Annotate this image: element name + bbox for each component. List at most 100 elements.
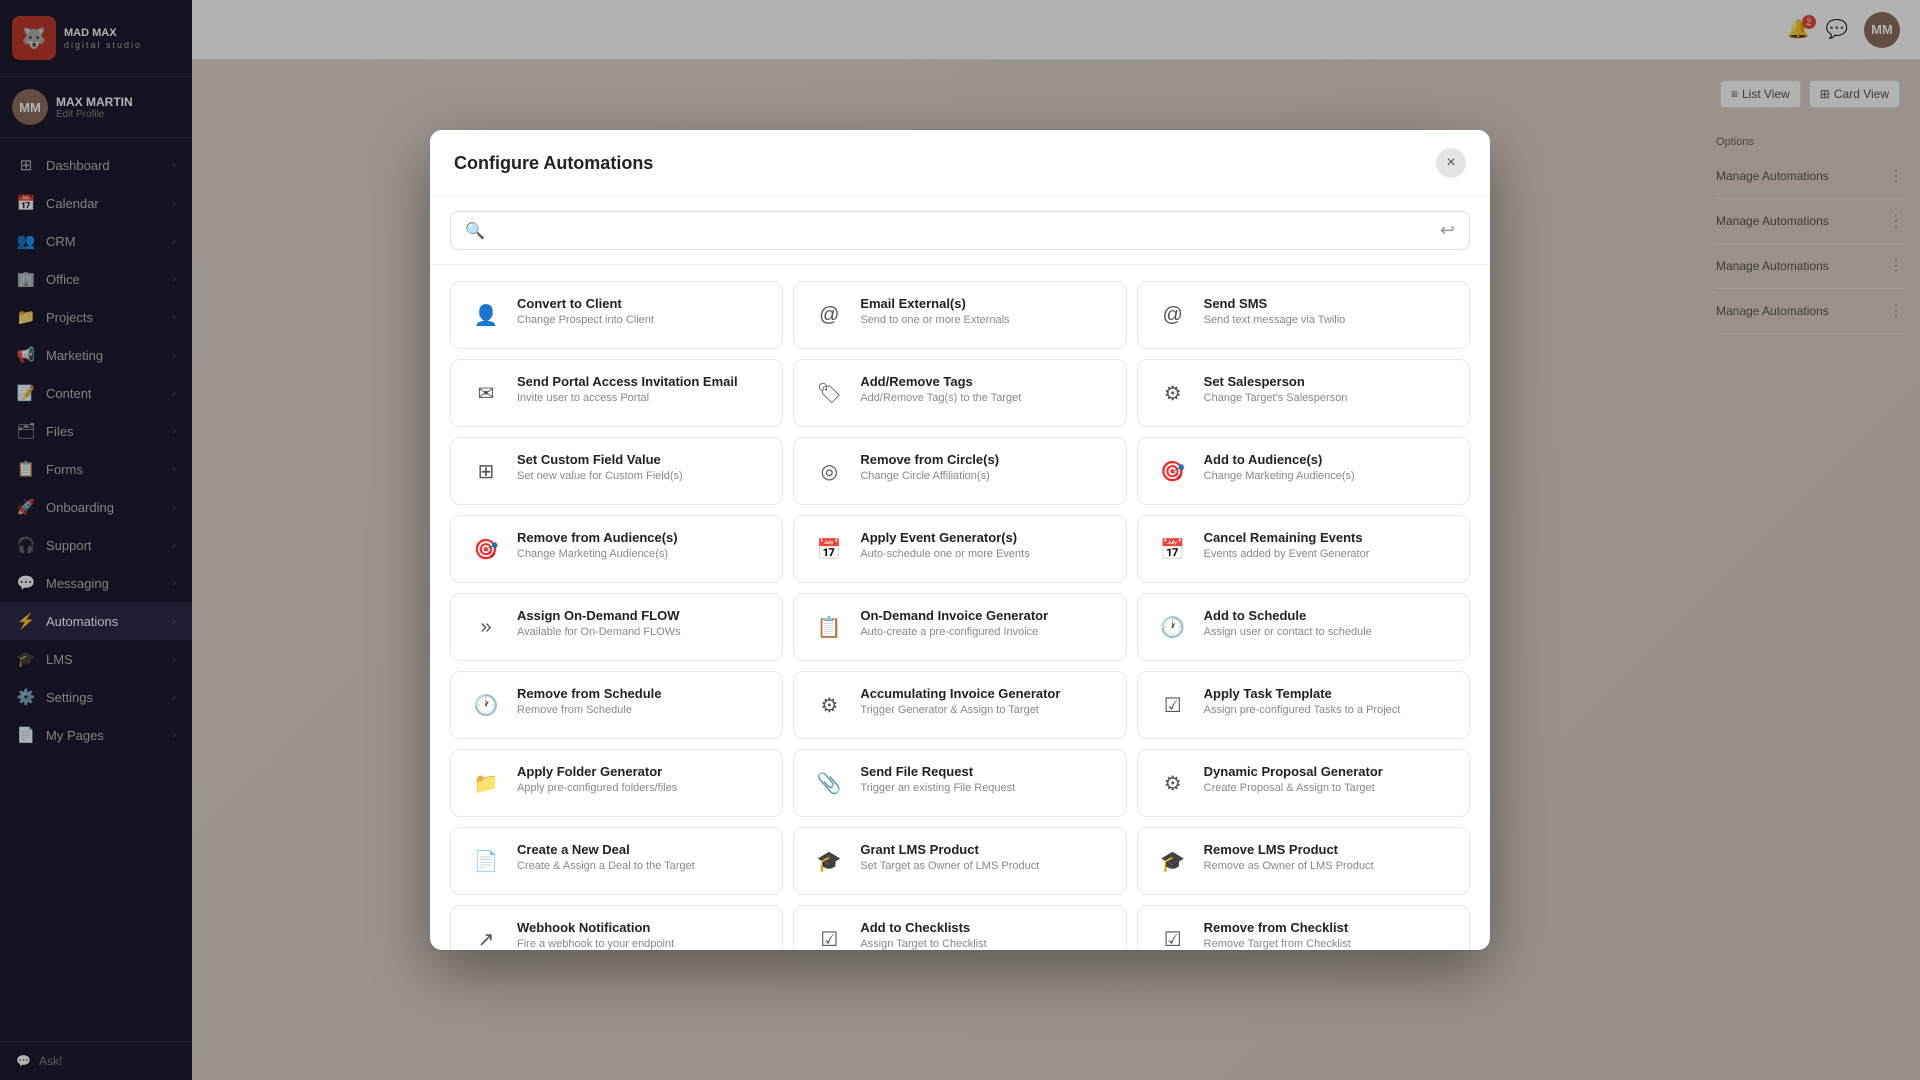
card-text-remove-from-audiences: Remove from Audience(s) Change Marketing… [517, 530, 766, 560]
automation-card-add-to-audiences[interactable]: 🎯 Add to Audience(s) Change Marketing Au… [1137, 437, 1470, 505]
card-icon-apply-folder-generator: 📁 [467, 764, 505, 802]
automation-card-remove-from-circle[interactable]: ◎ Remove from Circle(s) Change Circle Af… [793, 437, 1126, 505]
modal-search-area: 🔍 ↩ [430, 197, 1490, 265]
card-icon-remove-from-checklist: ☑ [1154, 920, 1192, 950]
card-icon-remove-from-circle: ◎ [810, 452, 848, 490]
card-icon-assign-on-demand-flow: » [467, 608, 505, 646]
automation-card-accumulating-invoice-generator[interactable]: ⚙ Accumulating Invoice Generator Trigger… [793, 671, 1126, 739]
card-text-remove-from-circle: Remove from Circle(s) Change Circle Affi… [860, 452, 1109, 482]
card-desc-remove-lms-product: Remove as Owner of LMS Product [1204, 860, 1453, 872]
modal-close-button[interactable]: × [1436, 148, 1466, 178]
automation-card-add-to-checklists[interactable]: ☑ Add to Checklists Assign Target to Che… [793, 905, 1126, 950]
card-title-assign-on-demand-flow: Assign On-Demand FLOW [517, 608, 766, 623]
card-title-send-portal-access: Send Portal Access Invitation Email [517, 374, 766, 389]
automation-card-create-new-deal[interactable]: 📄 Create a New Deal Create & Assign a De… [450, 827, 783, 895]
automation-card-send-sms[interactable]: @ Send SMS Send text message via Twilio [1137, 281, 1470, 349]
automation-card-convert-to-client[interactable]: 👤 Convert to Client Change Prospect into… [450, 281, 783, 349]
back-arrow-icon[interactable]: ↩ [1440, 220, 1455, 241]
card-text-apply-folder-generator: Apply Folder Generator Apply pre-configu… [517, 764, 766, 794]
automation-card-remove-from-schedule[interactable]: 🕐 Remove from Schedule Remove from Sched… [450, 671, 783, 739]
automation-card-grant-lms-product[interactable]: 🎓 Grant LMS Product Set Target as Owner … [793, 827, 1126, 895]
card-desc-email-externals: Send to one or more Externals [860, 314, 1109, 326]
card-desc-add-remove-tags: Add/Remove Tag(s) to the Target [860, 392, 1109, 404]
close-icon: × [1446, 154, 1455, 172]
card-icon-add-to-audiences: 🎯 [1154, 452, 1192, 490]
card-desc-remove-from-checklist: Remove Target from Checklist [1204, 938, 1453, 950]
card-title-remove-from-schedule: Remove from Schedule [517, 686, 766, 701]
search-box: 🔍 ↩ [450, 211, 1470, 250]
automation-card-send-file-request[interactable]: 📎 Send File Request Trigger an existing … [793, 749, 1126, 817]
card-text-create-new-deal: Create a New Deal Create & Assign a Deal… [517, 842, 766, 872]
card-text-send-file-request: Send File Request Trigger an existing Fi… [860, 764, 1109, 794]
card-desc-remove-from-circle: Change Circle Affiliation(s) [860, 470, 1109, 482]
card-title-send-sms: Send SMS [1204, 296, 1453, 311]
automation-card-apply-event-generator[interactable]: 📅 Apply Event Generator(s) Auto-schedule… [793, 515, 1126, 583]
card-text-remove-lms-product: Remove LMS Product Remove as Owner of LM… [1204, 842, 1453, 872]
automation-card-apply-folder-generator[interactable]: 📁 Apply Folder Generator Apply pre-confi… [450, 749, 783, 817]
card-icon-add-to-checklists: ☑ [810, 920, 848, 950]
card-text-grant-lms-product: Grant LMS Product Set Target as Owner of… [860, 842, 1109, 872]
automation-card-remove-from-audiences[interactable]: 🎯 Remove from Audience(s) Change Marketi… [450, 515, 783, 583]
card-title-create-new-deal: Create a New Deal [517, 842, 766, 857]
card-desc-webhook-notification: Fire a webhook to your endpoint [517, 938, 766, 950]
card-text-remove-from-schedule: Remove from Schedule Remove from Schedul… [517, 686, 766, 716]
card-desc-grant-lms-product: Set Target as Owner of LMS Product [860, 860, 1109, 872]
automation-card-send-portal-access[interactable]: ✉ Send Portal Access Invitation Email In… [450, 359, 783, 427]
card-desc-cancel-remaining-events: Events added by Event Generator [1204, 548, 1453, 560]
card-icon-email-externals: @ [810, 296, 848, 334]
card-icon-convert-to-client: 👤 [467, 296, 505, 334]
automation-card-remove-from-checklist[interactable]: ☑ Remove from Checklist Remove Target fr… [1137, 905, 1470, 950]
automation-card-on-demand-invoice-generator[interactable]: 📋 On-Demand Invoice Generator Auto-creat… [793, 593, 1126, 661]
automation-card-cancel-remaining-events[interactable]: 📅 Cancel Remaining Events Events added b… [1137, 515, 1470, 583]
card-text-accumulating-invoice-generator: Accumulating Invoice Generator Trigger G… [860, 686, 1109, 716]
card-title-add-remove-tags: Add/Remove Tags [860, 374, 1109, 389]
automation-card-set-custom-field[interactable]: ⊞ Set Custom Field Value Set new value f… [450, 437, 783, 505]
card-title-set-salesperson: Set Salesperson [1204, 374, 1453, 389]
card-desc-remove-from-schedule: Remove from Schedule [517, 704, 766, 716]
card-desc-add-to-checklists: Assign Target to Checklist [860, 938, 1109, 950]
card-icon-add-to-schedule: 🕐 [1154, 608, 1192, 646]
configure-automations-modal: Configure Automations × 🔍 ↩ 👤 Convert to… [430, 130, 1490, 950]
card-icon-set-custom-field: ⊞ [467, 452, 505, 490]
card-desc-assign-on-demand-flow: Available for On-Demand FLOWs [517, 626, 766, 638]
modal-title: Configure Automations [454, 153, 653, 174]
card-icon-send-file-request: 📎 [810, 764, 848, 802]
card-text-on-demand-invoice-generator: On-Demand Invoice Generator Auto-create … [860, 608, 1109, 638]
card-text-email-externals: Email External(s) Send to one or more Ex… [860, 296, 1109, 326]
card-desc-apply-event-generator: Auto-schedule one or more Events [860, 548, 1109, 560]
automation-card-remove-lms-product[interactable]: 🎓 Remove LMS Product Remove as Owner of … [1137, 827, 1470, 895]
card-text-convert-to-client: Convert to Client Change Prospect into C… [517, 296, 766, 326]
automation-card-set-salesperson[interactable]: ⚙ Set Salesperson Change Target's Salesp… [1137, 359, 1470, 427]
card-desc-send-sms: Send text message via Twilio [1204, 314, 1453, 326]
card-title-set-custom-field: Set Custom Field Value [517, 452, 766, 467]
search-input[interactable] [495, 223, 1430, 239]
card-desc-set-salesperson: Change Target's Salesperson [1204, 392, 1453, 404]
card-title-email-externals: Email External(s) [860, 296, 1109, 311]
card-icon-remove-lms-product: 🎓 [1154, 842, 1192, 880]
card-title-add-to-schedule: Add to Schedule [1204, 608, 1453, 623]
automation-card-dynamic-proposal-generator[interactable]: ⚙ Dynamic Proposal Generator Create Prop… [1137, 749, 1470, 817]
card-title-dynamic-proposal-generator: Dynamic Proposal Generator [1204, 764, 1453, 779]
card-icon-send-sms: @ [1154, 296, 1192, 334]
automation-card-apply-task-template[interactable]: ☑ Apply Task Template Assign pre-configu… [1137, 671, 1470, 739]
automation-card-email-externals[interactable]: @ Email External(s) Send to one or more … [793, 281, 1126, 349]
card-text-assign-on-demand-flow: Assign On-Demand FLOW Available for On-D… [517, 608, 766, 638]
card-text-apply-event-generator: Apply Event Generator(s) Auto-schedule o… [860, 530, 1109, 560]
card-title-apply-event-generator: Apply Event Generator(s) [860, 530, 1109, 545]
card-desc-on-demand-invoice-generator: Auto-create a pre-configured Invoice [860, 626, 1109, 638]
card-title-remove-from-audiences: Remove from Audience(s) [517, 530, 766, 545]
card-desc-remove-from-audiences: Change Marketing Audience(s) [517, 548, 766, 560]
card-title-add-to-audiences: Add to Audience(s) [1204, 452, 1453, 467]
automation-card-assign-on-demand-flow[interactable]: » Assign On-Demand FLOW Available for On… [450, 593, 783, 661]
card-icon-grant-lms-product: 🎓 [810, 842, 848, 880]
automation-cards-grid: 👤 Convert to Client Change Prospect into… [430, 265, 1490, 950]
card-desc-accumulating-invoice-generator: Trigger Generator & Assign to Target [860, 704, 1109, 716]
card-text-add-to-schedule: Add to Schedule Assign user or contact t… [1204, 608, 1453, 638]
automation-card-webhook-notification[interactable]: ↗ Webhook Notification Fire a webhook to… [450, 905, 783, 950]
automation-card-add-remove-tags[interactable]: 🏷 Add/Remove Tags Add/Remove Tag(s) to t… [793, 359, 1126, 427]
card-desc-create-new-deal: Create & Assign a Deal to the Target [517, 860, 766, 872]
automation-card-add-to-schedule[interactable]: 🕐 Add to Schedule Assign user or contact… [1137, 593, 1470, 661]
card-title-remove-from-circle: Remove from Circle(s) [860, 452, 1109, 467]
modal-header: Configure Automations × [430, 130, 1490, 197]
card-icon-apply-task-template: ☑ [1154, 686, 1192, 724]
